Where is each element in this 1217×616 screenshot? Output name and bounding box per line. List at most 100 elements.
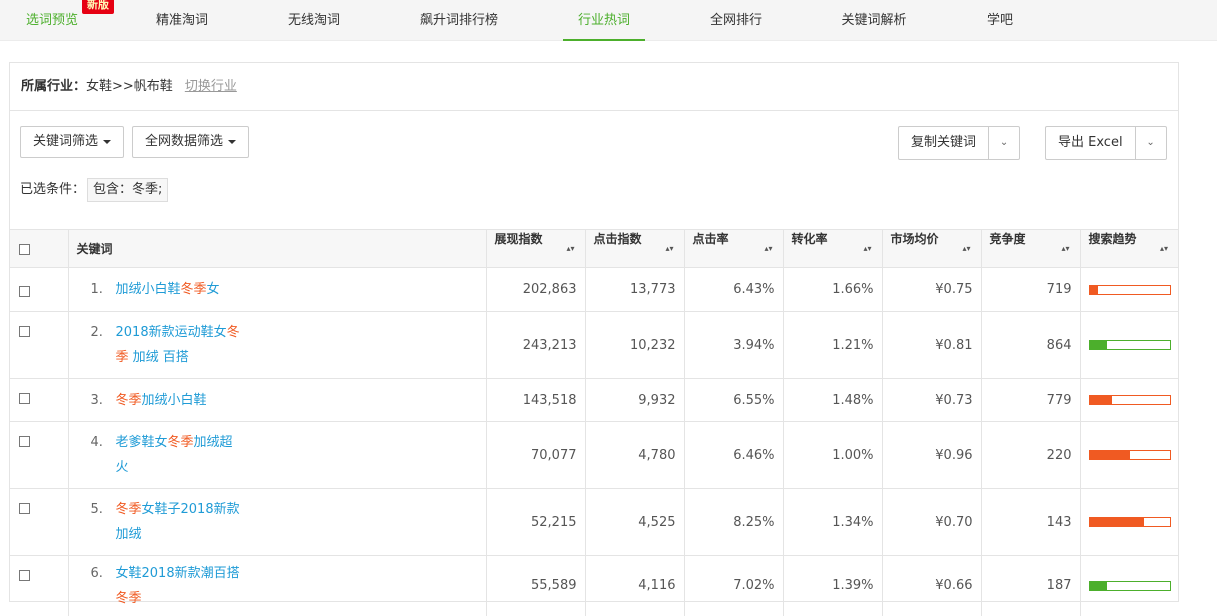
sort-icon[interactable]: ▴▾	[665, 230, 673, 267]
keyword-link[interactable]: 冬季女鞋子2018新款加绒	[116, 497, 246, 547]
tab-rising-keywords[interactable]: 飙升词排行榜	[416, 0, 502, 41]
table-row: 3. 冬季加绒小白鞋 143,518 9,932 6.55% 1.48% ¥0.73 779	[10, 378, 1178, 422]
keyword-text: 女	[206, 282, 220, 297]
price-cell: ¥0.70	[881, 488, 981, 556]
tab-label: 飙升词排行榜	[419, 13, 498, 28]
header-clicks[interactable]: 点击指数 ▴▾	[584, 229, 684, 268]
row-checkbox[interactable]	[19, 570, 30, 581]
keyword-link[interactable]: 女鞋2018新款潮百搭冬季	[116, 561, 246, 611]
tab-mobile-keywords[interactable]: 无线淘词	[284, 0, 344, 41]
row-checkbox-cell	[10, 421, 68, 489]
trend-cell	[1079, 555, 1178, 616]
header-cvr[interactable]: 转化率 ▴▾	[782, 229, 882, 268]
trend-bar-fill	[1089, 285, 1098, 294]
keyword-link[interactable]: 老爹鞋女冬季加绒超火	[116, 430, 246, 480]
row-checkbox[interactable]	[19, 393, 30, 404]
main-panel: 所属行业：女鞋>>帆布鞋 切换行业 关键词筛选 全网数据筛选 复制关键词 ⌄ 导出…	[9, 62, 1179, 616]
header-impressions[interactable]: 展现指数 ▴▾	[485, 229, 585, 268]
trend-cell	[1079, 421, 1178, 489]
header-price[interactable]: 市场均价 ▴▾	[881, 229, 981, 268]
row-checkbox[interactable]	[19, 286, 30, 297]
trend-bar	[1088, 517, 1171, 527]
row-checkbox[interactable]	[19, 436, 30, 447]
tab-label: 行业热词	[577, 13, 630, 28]
copy-keywords-button[interactable]: 复制关键词	[899, 127, 990, 159]
industry-value: 女鞋>>帆布鞋	[86, 79, 173, 94]
keyword-highlight: 冬季	[115, 502, 142, 517]
chevron-down-icon[interactable]: ⌄	[1136, 127, 1166, 159]
keyword-table: 关键词 展现指数 ▴▾ 点击指数 ▴▾ 点击率 ▴▾ 转化率 ▴▾ 市场均价 ▴▾ 竞争度…	[10, 229, 1178, 616]
keyword-text: 女鞋2018新款潮百搭	[115, 565, 240, 581]
sort-icon[interactable]: ▴▾	[764, 230, 772, 267]
sort-icon[interactable]: ▴▾	[1160, 230, 1168, 267]
keyword-cell: 6. 女鞋2018新款潮百搭冬季	[67, 555, 486, 616]
tab-keyword-preview[interactable]: 选词预览	[22, 0, 82, 41]
cvr-cell: 1.48%	[782, 378, 882, 422]
chevron-down-icon[interactable]: ⌄	[989, 127, 1019, 159]
keyword-filter-button[interactable]: 关键词筛选	[20, 126, 125, 158]
keyword-text: 老爹鞋女	[115, 435, 168, 450]
tab-label: 精准淘词	[155, 13, 208, 28]
sort-icon[interactable]: ▴▾	[863, 230, 871, 267]
network-data-filter-button[interactable]: 全网数据筛选	[132, 126, 250, 158]
table-row: 6. 女鞋2018新款潮百搭冬季 55,589 4,116 7.02% 1.39% ¥0.6…	[10, 555, 1178, 616]
trend-cell	[1079, 378, 1178, 422]
tab-keyword-analysis[interactable]: 关键词解析	[838, 0, 910, 41]
keyword-cell: 4. 老爹鞋女冬季加绒超火	[67, 421, 486, 489]
price-cell: ¥0.75	[881, 267, 981, 312]
row-checkbox-cell	[10, 311, 68, 379]
impressions-cell: 202,863	[485, 267, 585, 312]
impressions-cell: 70,077	[485, 421, 585, 489]
impressions-cell: 243,213	[485, 311, 585, 379]
trend-bar	[1088, 284, 1171, 295]
button-label: 全网数据筛选	[145, 134, 224, 149]
tab-network-ranking[interactable]: 全网排行	[706, 0, 766, 41]
keyword-text: 加绒小白鞋	[115, 282, 181, 297]
trend-bar-fill	[1089, 396, 1112, 404]
price-cell: ¥0.81	[881, 311, 981, 379]
condition-tag[interactable]: 包含：冬季;	[87, 178, 169, 202]
export-excel-button[interactable]: 导出 Excel	[1046, 127, 1136, 159]
header-competition[interactable]: 竞争度 ▴▾	[980, 229, 1080, 268]
row-checkbox[interactable]	[19, 326, 30, 337]
trend-bar-fill	[1089, 518, 1144, 526]
keyword-link[interactable]: 2018新款运动鞋女冬季 加绒 百搭	[116, 320, 246, 370]
trend-bar	[1088, 580, 1171, 591]
ctr-cell: 6.55%	[683, 378, 783, 422]
sort-icon[interactable]: ▴▾	[962, 230, 970, 267]
row-index: 6.	[90, 565, 103, 581]
tab-learning[interactable]: 学吧	[984, 0, 1016, 41]
competition-cell: 864	[980, 311, 1080, 379]
ctr-cell: 8.25%	[683, 488, 783, 556]
keyword-cell: 1. 加绒小白鞋冬季女	[67, 267, 486, 312]
select-all-checkbox[interactable]	[19, 243, 30, 255]
ctr-cell: 6.43%	[683, 267, 783, 312]
row-checkbox[interactable]	[19, 503, 30, 514]
trend-bar-fill	[1089, 341, 1108, 349]
clicks-cell: 9,932	[584, 378, 684, 422]
header-label: 点击率	[692, 232, 729, 246]
sort-icon[interactable]: ▴▾	[1061, 230, 1069, 267]
switch-industry-link[interactable]: 切换行业	[185, 79, 237, 94]
header-ctr[interactable]: 点击率 ▴▾	[683, 229, 783, 268]
export-excel-split-button: 导出 Excel ⌄	[1045, 126, 1167, 160]
row-index: 3.	[90, 392, 103, 408]
table-header-row: 关键词 展现指数 ▴▾ 点击指数 ▴▾ 点击率 ▴▾ 转化率 ▴▾ 市场均价 ▴▾ 竞争度…	[10, 229, 1178, 268]
tab-label: 学吧	[986, 13, 1013, 28]
row-checkbox-cell	[10, 555, 68, 616]
keyword-cell: 5. 冬季女鞋子2018新款加绒	[67, 488, 486, 556]
header-trend[interactable]: 搜索趋势 ▴▾	[1079, 229, 1178, 268]
sort-icon[interactable]: ▴▾	[566, 230, 574, 267]
tab-industry-hot-words[interactable]: 行业热词	[563, 0, 645, 41]
keyword-highlight: 冬季	[115, 590, 142, 606]
ctr-cell: 7.02%	[683, 555, 783, 616]
header-label: 搜索趋势	[1088, 232, 1137, 246]
keyword-link[interactable]: 冬季加绒小白鞋	[116, 388, 246, 413]
tab-label: 关键词解析	[841, 13, 907, 28]
impressions-cell: 52,215	[485, 488, 585, 556]
copy-keywords-split-button: 复制关键词 ⌄	[898, 126, 1021, 160]
cvr-cell: 1.34%	[782, 488, 882, 556]
tab-precise-keywords[interactable]: 精准淘词	[148, 0, 216, 41]
row-checkbox-cell	[10, 378, 68, 422]
keyword-link[interactable]: 加绒小白鞋冬季女	[116, 277, 246, 302]
